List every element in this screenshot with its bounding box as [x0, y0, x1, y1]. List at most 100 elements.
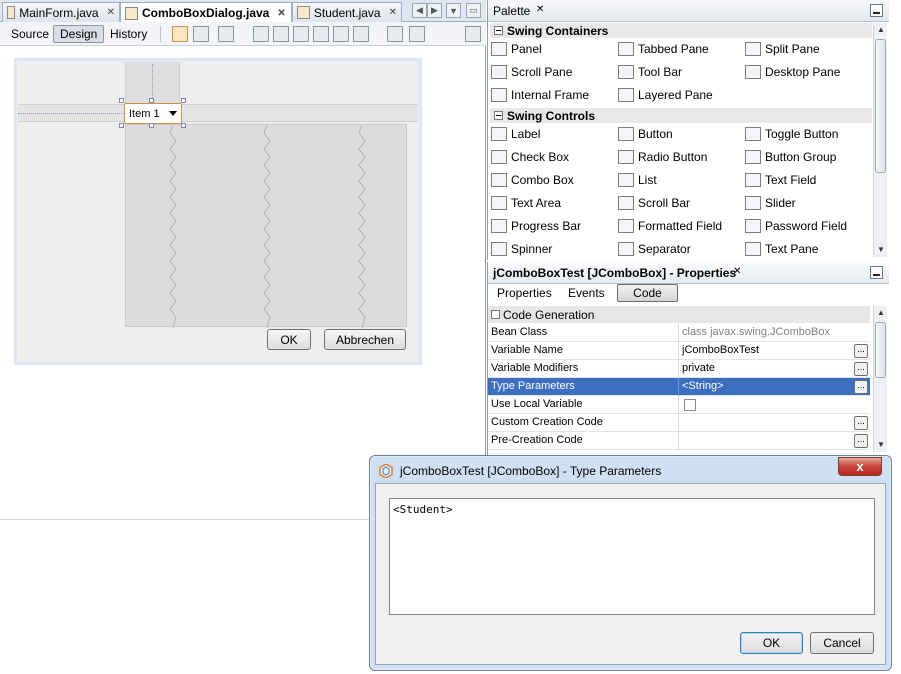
scrollbar-thumb[interactable] [875, 39, 886, 173]
close-icon[interactable]: ✕ [536, 4, 544, 15]
close-tab-icon[interactable]: ✕ [277, 8, 285, 19]
design-mode-button[interactable]: Design [53, 25, 105, 43]
palette-item[interactable]: Scroll Pane [491, 62, 572, 82]
dialog-ok-button[interactable]: OK [740, 632, 803, 654]
progress-bar-icon [491, 219, 507, 233]
center-horizontally-icon[interactable] [293, 26, 309, 42]
tab-events[interactable]: Events [562, 284, 611, 302]
category-swing-containers[interactable]: Swing Containers [490, 23, 872, 38]
palette-scrollbar[interactable]: ▲ ▼ [873, 23, 887, 257]
scroll-tabs-right-icon[interactable]: ▶ [427, 3, 442, 18]
palette-item[interactable]: Scroll Bar [618, 193, 690, 213]
tab-code[interactable]: Code [617, 284, 678, 302]
palette-item[interactable]: Button Group [745, 147, 836, 167]
ellipsis-button[interactable]: ... [854, 344, 868, 358]
change-horizontal-resizability-icon[interactable] [387, 26, 403, 42]
palette-item[interactable]: Tool Bar [618, 62, 682, 82]
palette-item[interactable]: Tabbed Pane [618, 39, 709, 59]
ellipsis-button[interactable]: ... [854, 416, 868, 430]
palette-item[interactable]: Split Pane [745, 39, 820, 59]
form-cancel-button[interactable]: Abbrechen [324, 329, 406, 350]
connection-mode-icon[interactable] [193, 26, 209, 42]
resize-handle[interactable] [181, 98, 186, 103]
section-code-generation[interactable]: Code Generation [488, 306, 870, 323]
close-tab-icon[interactable]: ✕ [107, 7, 115, 18]
close-icon[interactable]: ✕ [733, 266, 741, 277]
ellipsis-button[interactable]: ... [854, 434, 868, 448]
guide-line [18, 113, 124, 114]
resize-handle[interactable] [149, 123, 154, 128]
table-placeholder[interactable] [125, 124, 407, 328]
tab-comboboxdialog[interactable]: ComboBoxDialog.java ✕ [120, 2, 292, 23]
palette-item[interactable]: Text Pane [745, 239, 818, 259]
form-ok-button[interactable]: OK [267, 329, 311, 350]
property-row-bean-class[interactable]: Bean Class class javax.swing.JComboBox [488, 324, 870, 342]
palette-item[interactable]: Internal Frame [491, 85, 589, 105]
property-key: Bean Class [491, 326, 548, 338]
type-parameters-textarea[interactable]: <Student> [389, 498, 875, 615]
ellipsis-button[interactable]: ... [854, 362, 868, 376]
source-mode-button[interactable]: Source [5, 25, 55, 43]
property-row-pre-creation-code[interactable]: Pre-Creation Code ... [488, 432, 870, 450]
preview-design-icon[interactable] [218, 26, 234, 42]
palette-item-label: Formatted Field [638, 219, 723, 233]
property-row-custom-creation-code[interactable]: Custom Creation Code ... [488, 414, 870, 432]
palette-item[interactable]: Label [491, 124, 540, 144]
palette-item[interactable]: List [618, 170, 657, 190]
history-mode-button[interactable]: History [104, 25, 153, 43]
property-row-use-local-variable[interactable]: Use Local Variable [488, 396, 870, 414]
align-top-icon[interactable] [313, 26, 329, 42]
palette-item[interactable]: Text Area [491, 193, 561, 213]
resize-handle[interactable] [119, 98, 124, 103]
align-left-icon[interactable] [253, 26, 269, 42]
palette-item[interactable]: Toggle Button [745, 124, 838, 144]
tab-mainform[interactable]: MainForm.java ✕ [2, 2, 120, 22]
property-row-type-parameters[interactable]: Type Parameters <String> ... [488, 378, 870, 396]
scroll-down-icon[interactable]: ▼ [877, 440, 885, 449]
scroll-up-icon[interactable]: ▲ [877, 25, 885, 34]
use-local-variable-checkbox[interactable] [684, 399, 696, 411]
scroll-down-icon[interactable]: ▼ [877, 245, 885, 254]
palette-item[interactable]: Password Field [745, 216, 847, 236]
resize-handle[interactable] [181, 123, 186, 128]
palette-item[interactable]: Layered Pane [618, 85, 713, 105]
tab-student[interactable]: Student.java ✕ [292, 2, 402, 22]
palette-item[interactable]: Formatted Field [618, 216, 722, 236]
palette-item[interactable]: Check Box [491, 147, 569, 167]
palette-item[interactable]: Button [618, 124, 673, 144]
center-vertically-icon[interactable] [353, 26, 369, 42]
property-row-variable-name[interactable]: Variable Name jComboBoxTest ... [488, 342, 870, 360]
minimize-icon[interactable] [870, 266, 883, 279]
ellipsis-button[interactable]: ... [854, 380, 868, 394]
palette-item[interactable]: Desktop Pane [745, 62, 840, 82]
align-right-icon[interactable] [273, 26, 289, 42]
minimize-icon[interactable] [870, 4, 883, 17]
palette-item[interactable]: Slider [745, 193, 796, 213]
dialog-cancel-button[interactable]: Cancel [810, 632, 874, 654]
palette-item[interactable]: Text Field [745, 170, 816, 190]
palette-item[interactable]: Panel [491, 39, 542, 59]
category-swing-controls[interactable]: Swing Controls [490, 108, 872, 123]
properties-scrollbar[interactable]: ▲ ▼ [873, 306, 887, 452]
align-bottom-icon[interactable] [333, 26, 349, 42]
palette-item[interactable]: Radio Button [618, 147, 707, 167]
resize-handle[interactable] [119, 123, 124, 128]
scroll-up-icon[interactable]: ▲ [877, 308, 885, 317]
palette-item[interactable]: Separator [618, 239, 691, 259]
expand-icon[interactable] [465, 26, 481, 42]
change-vertical-resizability-icon[interactable] [409, 26, 425, 42]
palette-item[interactable]: Combo Box [491, 170, 574, 190]
property-row-variable-modifiers[interactable]: Variable Modifiers private ... [488, 360, 870, 378]
close-tab-icon[interactable]: ✕ [389, 7, 397, 18]
palette-item[interactable]: Progress Bar [491, 216, 581, 236]
dialog-close-button[interactable]: x [838, 457, 882, 476]
resize-handle[interactable] [149, 98, 154, 103]
tab-list-dropdown-icon[interactable]: ▼ [446, 3, 461, 18]
palette-item[interactable]: Spinner [491, 239, 552, 259]
combo-box-item[interactable]: Item 1 [124, 103, 182, 124]
selection-mode-icon[interactable] [172, 26, 188, 42]
scroll-tabs-left-icon[interactable]: ◀ [412, 3, 427, 18]
scrollbar-thumb[interactable] [875, 322, 886, 378]
minimize-editor-icon[interactable]: ▭ [466, 3, 481, 18]
tab-properties[interactable]: Properties [491, 284, 558, 302]
